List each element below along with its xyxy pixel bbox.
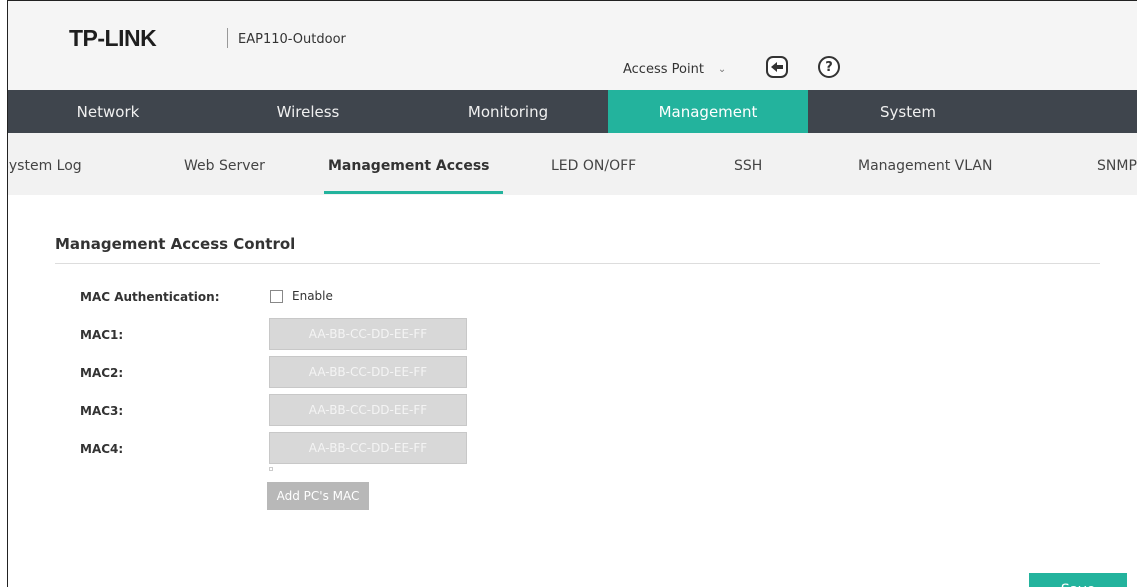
chevron-down-icon: ⌄ <box>717 64 727 75</box>
app-frame: TP-LINK EAP110-Outdoor Access Point ⌄ ? … <box>7 0 1137 587</box>
tab-system[interactable]: System <box>808 90 1008 133</box>
section-divider <box>55 263 1100 264</box>
save-button[interactable]: Save <box>1029 573 1127 587</box>
sub-nav: System Log Web Server Management Access … <box>8 133 1137 195</box>
mac3-input[interactable] <box>269 394 467 426</box>
help-icon: ? <box>825 59 833 75</box>
mac4-label: MAC4: <box>80 442 124 456</box>
main-nav: Network Wireless Monitoring Management S… <box>8 90 1137 133</box>
tp-link-logo: TP-LINK <box>69 25 157 51</box>
subtab-snmp[interactable]: SNMP <box>1097 158 1137 174</box>
mac4-input[interactable] <box>269 432 467 464</box>
mode-select[interactable]: Access Point ⌄ <box>623 62 726 77</box>
tab-monitoring[interactable]: Monitoring <box>408 90 608 133</box>
tab-wireless[interactable]: Wireless <box>208 90 408 133</box>
subtab-system-log[interactable]: System Log <box>8 158 82 174</box>
tab-management[interactable]: Management <box>608 90 808 133</box>
mac1-label: MAC1: <box>80 328 124 342</box>
enable-label: Enable <box>292 289 333 303</box>
device-model: EAP110-Outdoor <box>238 32 346 47</box>
help-button[interactable]: ? <box>818 56 840 78</box>
subtab-ssh[interactable]: SSH <box>734 158 762 174</box>
mac2-input[interactable] <box>269 356 467 388</box>
tab-network[interactable]: Network <box>8 90 208 133</box>
subtab-management-access[interactable]: Management Access <box>328 158 490 174</box>
header: TP-LINK EAP110-Outdoor Access Point ⌄ ? <box>8 1 1137 90</box>
logout-icon <box>771 62 783 72</box>
logout-button[interactable] <box>766 56 788 78</box>
add-pc-mac-button[interactable]: Add PC's MAC <box>267 482 369 510</box>
section-title: Management Access Control <box>55 235 296 253</box>
mac-auth-enable-checkbox[interactable] <box>270 290 283 303</box>
mac1-input[interactable] <box>269 318 467 350</box>
mac2-label: MAC2: <box>80 366 124 380</box>
subtab-management-vlan[interactable]: Management VLAN <box>858 158 992 174</box>
subtab-web-server[interactable]: Web Server <box>184 158 265 174</box>
mac3-label: MAC3: <box>80 404 124 418</box>
active-subtab-indicator <box>324 191 503 194</box>
mode-select-value: Access Point <box>623 62 704 77</box>
subtab-led-on-off[interactable]: LED ON/OFF <box>551 158 636 174</box>
logo-divider <box>227 28 228 48</box>
decorative-dot <box>269 467 273 471</box>
mac-auth-label: MAC Authentication: <box>80 290 220 304</box>
